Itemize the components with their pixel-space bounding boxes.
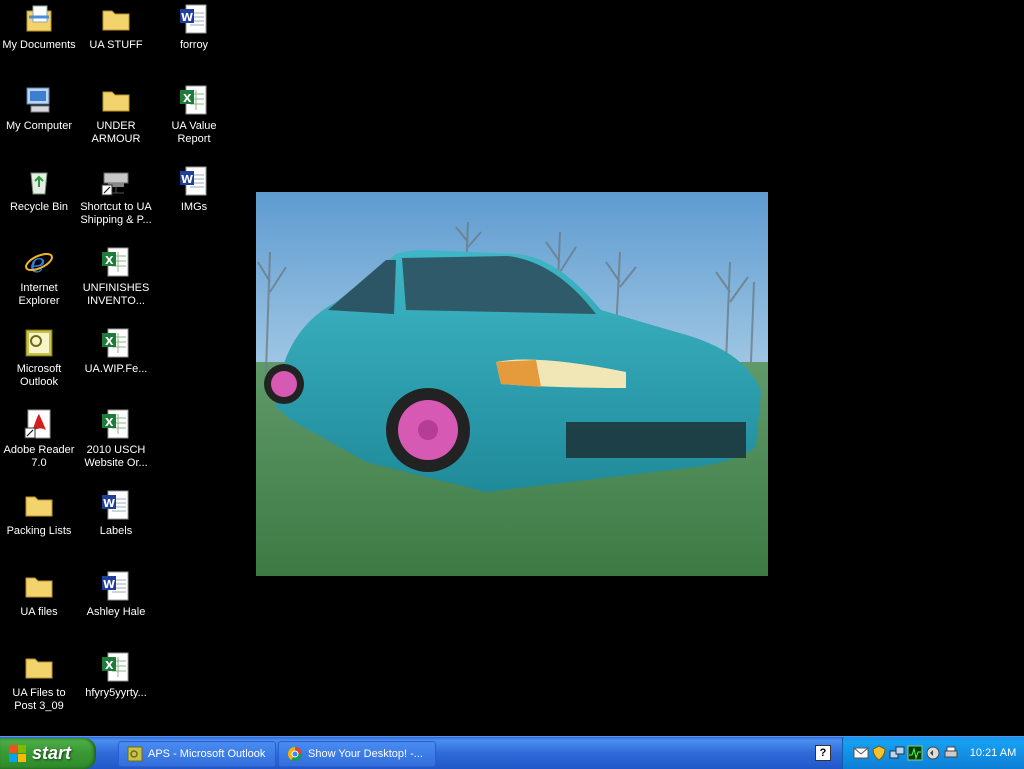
wallpaper-photo — [256, 192, 768, 576]
desktop-icon-packing-lists[interactable]: Packing Lists — [0, 489, 78, 538]
desktop-icon-microsoft-outlook[interactable]: Microsoft Outlook — [0, 327, 78, 389]
help-icon[interactable]: ? — [815, 745, 831, 761]
volume-icon[interactable] — [925, 745, 941, 761]
printer-icon[interactable] — [943, 745, 959, 761]
icon-label: hfyry5yyrty... — [85, 687, 147, 699]
security-shield-icon[interactable] — [871, 745, 887, 761]
network-icon[interactable] — [889, 745, 905, 761]
taskbar-button-label: Show Your Desktop! -... — [308, 748, 423, 760]
icon-label: My Documents — [2, 39, 76, 51]
icon-label: Packing Lists — [6, 525, 72, 537]
folder-icon — [100, 3, 132, 35]
taskbar-button-chrome[interactable]: Show Your Desktop! -... — [278, 741, 436, 767]
svg-text:W: W — [181, 11, 193, 24]
folder-icon — [100, 84, 132, 116]
taskbar-button-label: APS - Microsoft Outlook — [148, 748, 266, 760]
outlook-icon — [23, 327, 55, 359]
desktop-icon-recycle-bin[interactable]: Recycle Bin — [0, 165, 78, 214]
svg-text:X: X — [105, 416, 114, 429]
desktop-icon-shortcut-ua-shipping[interactable]: Shortcut to UA Shipping & P... — [77, 165, 155, 227]
icon-label: Microsoft Outlook — [16, 363, 62, 388]
chrome-icon — [287, 746, 303, 762]
icon-label: IMGs — [180, 201, 208, 213]
my-computer-icon — [23, 84, 55, 116]
desktop-icon-2010-usch-website[interactable]: X 2010 USCH Website Or... — [77, 408, 155, 470]
mail-icon[interactable] — [853, 745, 869, 761]
icon-label: UA files — [20, 606, 58, 618]
icon-label: Labels — [99, 525, 133, 537]
excel-file-icon: X — [178, 84, 210, 116]
outlook-icon — [127, 746, 143, 762]
desktop-icon-ashley-hale[interactable]: W Ashley Hale — [77, 570, 155, 619]
icon-label: forroy — [179, 39, 209, 51]
icon-label: UNFINISHES INVENTO... — [82, 282, 150, 307]
desktop-icon-labels[interactable]: W Labels — [77, 489, 155, 538]
excel-file-icon: X — [100, 246, 132, 278]
svg-text:X: X — [105, 335, 114, 348]
start-button[interactable]: start — [0, 738, 96, 769]
icon-label: UA Files to Post 3_09 — [12, 687, 66, 712]
taskbar-button-outlook[interactable]: APS - Microsoft Outlook — [118, 741, 276, 767]
svg-text:X: X — [183, 92, 192, 105]
desktop-icon-forroy[interactable]: W forroy — [155, 3, 233, 52]
svg-text:W: W — [103, 497, 115, 510]
recycle-bin-icon — [23, 165, 55, 197]
desktop-icon-unfinishes-invento[interactable]: X UNFINISHES INVENTO... — [77, 246, 155, 308]
desktop-icon-hfyry5yyrty[interactable]: X hfyry5yyrty... — [77, 651, 155, 700]
car-photo-illustration — [256, 192, 768, 576]
folder-icon — [23, 489, 55, 521]
windows-logo-icon — [9, 745, 27, 763]
excel-file-icon: X — [100, 651, 132, 683]
word-file-icon: W — [100, 570, 132, 602]
desktop-icon-imgs[interactable]: W IMGs — [155, 165, 233, 214]
folder-icon — [23, 570, 55, 602]
word-file-icon: W — [178, 165, 210, 197]
my-documents-icon — [23, 3, 55, 35]
svg-text:W: W — [103, 578, 115, 591]
folder-icon — [23, 651, 55, 683]
network-drive-shortcut-icon — [100, 165, 132, 197]
desktop-icon-ua-files[interactable]: UA files — [0, 570, 78, 619]
desktop-icon-ua-value-report[interactable]: X UA Value Report — [155, 84, 233, 146]
internet-explorer-icon: e — [23, 246, 55, 279]
svg-text:X: X — [105, 254, 114, 267]
icon-label: 2010 USCH Website Or... — [84, 444, 148, 469]
desktop-icon-internet-explorer[interactable]: e Internet Explorer — [0, 246, 78, 308]
icon-label: UA.WIP.Fe... — [84, 363, 148, 375]
desktop-icon-ua-wip-fe[interactable]: X UA.WIP.Fe... — [77, 327, 155, 376]
icon-label: My Computer — [5, 120, 73, 132]
icon-label: UNDER ARMOUR — [91, 120, 141, 145]
system-tray: 10:21 AM — [842, 737, 1024, 769]
word-file-icon: W — [178, 3, 210, 35]
desktop-icon-my-computer[interactable]: My Computer — [0, 84, 78, 133]
icon-label: Ashley Hale — [86, 606, 146, 618]
adobe-reader-icon — [23, 408, 55, 440]
excel-file-icon: X — [100, 408, 132, 440]
icon-label: Adobe Reader 7.0 — [3, 444, 75, 469]
svg-text:W: W — [181, 173, 193, 186]
excel-file-icon: X — [100, 327, 132, 359]
icon-label: UA STUFF — [89, 39, 143, 51]
clock[interactable]: 10:21 AM — [965, 737, 1021, 769]
start-label: start — [32, 743, 72, 763]
performance-monitor-icon[interactable] — [907, 745, 923, 761]
desktop: My Documents My Computer Recycle Bin e I… — [0, 0, 1024, 736]
desktop-icon-ua-files-to-post[interactable]: UA Files to Post 3_09 — [0, 651, 78, 713]
desktop-icon-ua-stuff[interactable]: UA STUFF — [77, 3, 155, 52]
svg-text:X: X — [105, 659, 114, 672]
desktop-icon-adobe-reader[interactable]: Adobe Reader 7.0 — [0, 408, 78, 470]
desktop-icon-my-documents[interactable]: My Documents — [0, 3, 78, 52]
icon-label: Recycle Bin — [9, 201, 69, 213]
taskbar: start APS - Microsoft Outlook Show Your … — [0, 736, 1024, 769]
icon-label: Shortcut to UA Shipping & P... — [80, 201, 152, 226]
word-file-icon: W — [100, 489, 132, 521]
icon-label: UA Value Report — [171, 120, 217, 145]
icon-label: Internet Explorer — [18, 282, 60, 307]
desktop-icon-under-armour[interactable]: UNDER ARMOUR — [77, 84, 155, 146]
